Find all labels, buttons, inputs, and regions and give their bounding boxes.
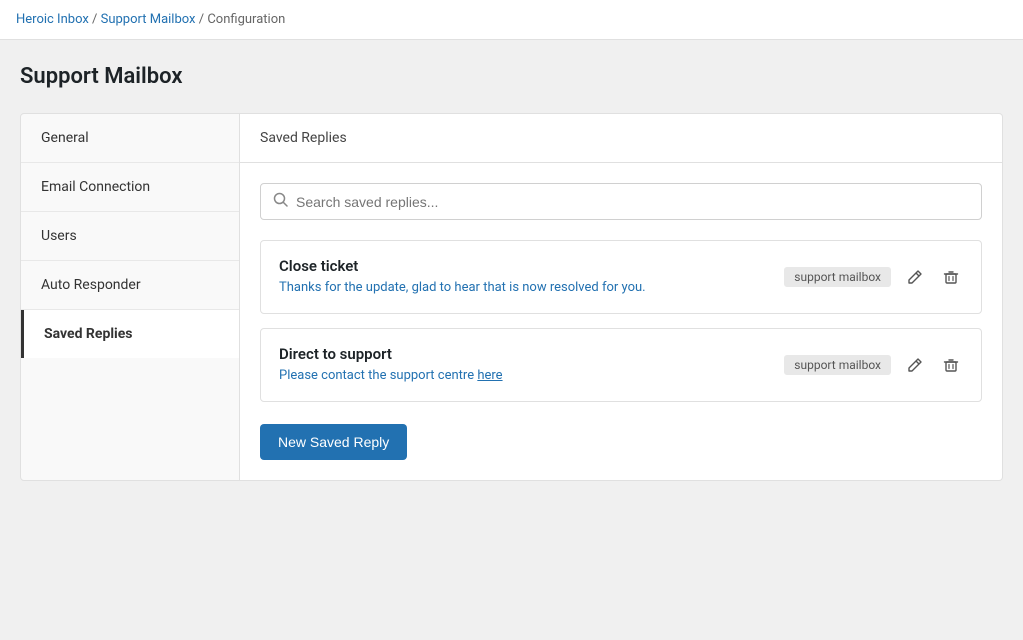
reply-right: support mailbox: [784, 353, 963, 377]
reply-badge: support mailbox: [784, 355, 891, 375]
reply-preview: Please contact the support centre here: [279, 367, 764, 385]
sidebar-item-auto-responder[interactable]: Auto Responder: [21, 261, 239, 310]
reply-card-direct-to-support: Direct to support Please contact the sup…: [260, 328, 982, 402]
breadcrumb-home-link[interactable]: Heroic Inbox: [16, 12, 89, 27]
trash-icon: [943, 357, 959, 373]
reply-title: Direct to support: [279, 345, 764, 363]
reply-title: Close ticket: [279, 257, 764, 275]
breadcrumb-sep1: /: [92, 12, 101, 27]
panel-header: Saved Replies: [240, 114, 1002, 163]
main-panel: Saved Replies Close ticket Tha: [240, 113, 1003, 481]
delete-reply-button[interactable]: [939, 353, 963, 377]
pencil-icon: [907, 269, 923, 285]
search-icon: [273, 192, 288, 211]
reply-right: support mailbox: [784, 265, 963, 289]
sidebar: General Email Connection Users Auto Resp…: [20, 113, 240, 481]
sidebar-item-email-connection[interactable]: Email Connection: [21, 163, 239, 212]
reply-badge: support mailbox: [784, 267, 891, 287]
breadcrumb-section-link[interactable]: Support Mailbox: [101, 12, 196, 27]
search-bar: [260, 183, 982, 220]
reply-card-close-ticket: Close ticket Thanks for the update, glad…: [260, 240, 982, 314]
new-saved-reply-button[interactable]: New Saved Reply: [260, 424, 407, 460]
trash-icon: [943, 269, 959, 285]
panel-body: Close ticket Thanks for the update, glad…: [240, 163, 1002, 480]
sidebar-item-users[interactable]: Users: [21, 212, 239, 261]
search-input[interactable]: [296, 194, 969, 210]
breadcrumb: Heroic Inbox / Support Mailbox / Configu…: [0, 0, 1023, 40]
reply-info: Close ticket Thanks for the update, glad…: [279, 257, 764, 297]
delete-reply-button[interactable]: [939, 265, 963, 289]
reply-preview: Thanks for the update, glad to hear that…: [279, 279, 764, 297]
reply-preview-plain: Please contact the support centre: [279, 368, 477, 383]
edit-reply-button[interactable]: [903, 265, 927, 289]
pencil-icon: [907, 357, 923, 373]
reply-info: Direct to support Please contact the sup…: [279, 345, 764, 385]
reply-preview-link[interactable]: here: [477, 368, 502, 383]
sidebar-item-saved-replies[interactable]: Saved Replies: [21, 310, 239, 358]
edit-reply-button[interactable]: [903, 353, 927, 377]
breadcrumb-current: Configuration: [207, 12, 285, 27]
sidebar-item-general[interactable]: General: [21, 114, 239, 163]
page-title: Support Mailbox: [20, 64, 1003, 89]
